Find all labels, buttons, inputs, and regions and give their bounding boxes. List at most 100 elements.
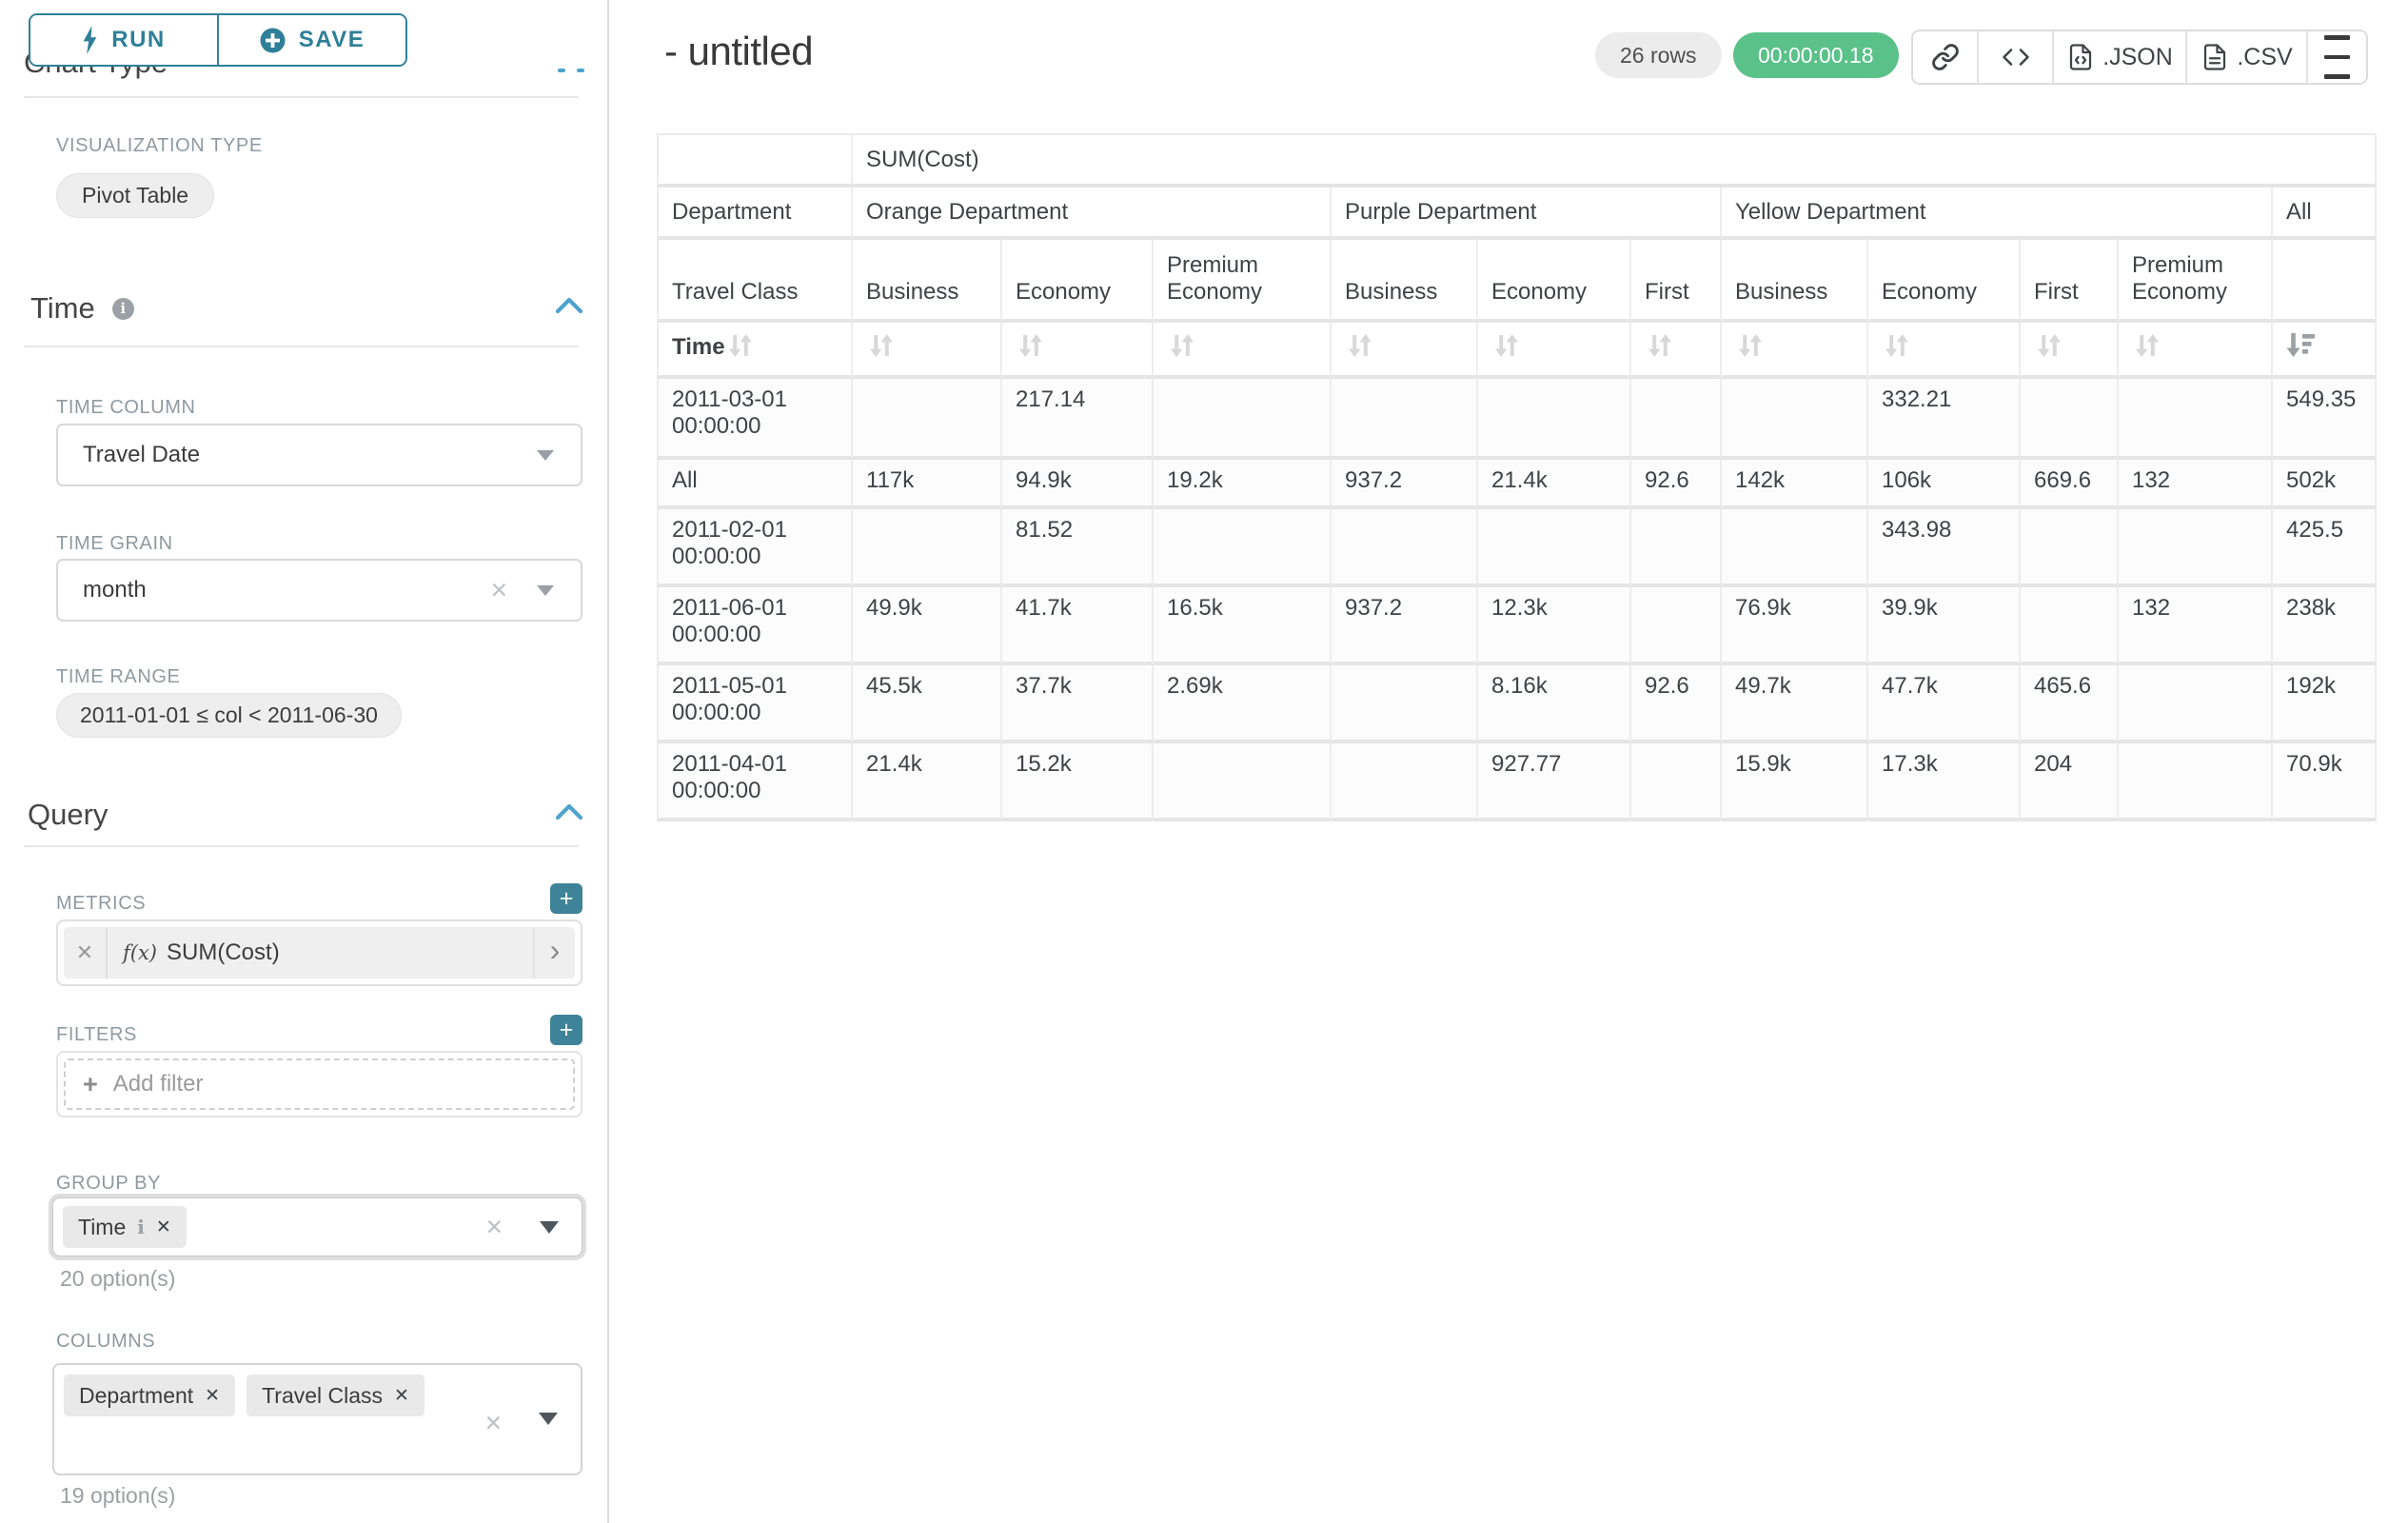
time-range-pill[interactable]: 2011-01-01 ≤ col < 2011-06-30 — [56, 693, 402, 738]
pivot-cell: 425.5 — [2273, 509, 2377, 587]
pivot-cell — [853, 509, 1002, 587]
columns-label: COLUMNS — [56, 1331, 155, 1353]
pivot-cell: 343.98 — [1868, 509, 2021, 587]
sort-updown-icon — [1491, 330, 1522, 361]
column-header: Premium Economy — [1154, 240, 1332, 323]
sort-toggle[interactable] — [1631, 323, 1722, 379]
group-by-select[interactable]: Timei✕ ✕ — [52, 1197, 582, 1256]
pivot-cell: 132 — [2119, 460, 2273, 509]
time-grain-value: month — [83, 577, 147, 603]
sort-toggle[interactable] — [1154, 323, 1332, 379]
menu-button[interactable] — [2306, 31, 2366, 83]
save-button[interactable]: SAVE — [217, 15, 405, 65]
time-column-select[interactable]: Travel Date — [56, 424, 582, 486]
time-section-title: Time — [30, 291, 95, 326]
export-csv-button[interactable]: .CSV — [2185, 31, 2306, 83]
group-header-yellow: Yellow Department — [1722, 188, 2273, 240]
function-icon: f(x) — [123, 941, 157, 964]
info-icon[interactable]: i — [112, 298, 134, 320]
clear-icon[interactable]: ✕ — [485, 1215, 503, 1240]
chevron-down-icon — [537, 585, 554, 596]
pivot-cell: 92.6 — [1631, 665, 1722, 743]
sort-toggle[interactable] — [2021, 323, 2119, 379]
sort-toggle[interactable] — [1002, 323, 1154, 379]
columns-options-hint: 19 option(s) — [60, 1483, 175, 1509]
add-metric-button[interactable]: + — [550, 883, 582, 914]
pivot-cell: 937.2 — [1332, 460, 1478, 509]
sort-descending-icon — [2286, 330, 2319, 361]
pivot-cell: 41.7k — [1002, 587, 1154, 665]
sort-header-all[interactable] — [2273, 323, 2377, 379]
divider — [24, 845, 579, 847]
row-count-badge: 26 rows — [1595, 32, 1722, 78]
sort-updown-icon — [1016, 330, 1046, 361]
lightning-icon — [82, 26, 98, 54]
time-row-label: Time — [672, 330, 725, 361]
add-filter-button[interactable]: + Add filter — [64, 1058, 575, 1110]
pivot-table: SUM(Cost) Department Orange Department P… — [657, 133, 2377, 821]
column-header: First — [1631, 240, 1722, 323]
sort-header-time[interactable]: Time — [657, 323, 853, 379]
column-header: Business — [1332, 240, 1478, 323]
remove-chip-icon[interactable]: ✕ — [205, 1385, 220, 1407]
run-button[interactable]: RUN — [30, 15, 217, 65]
pivot-cell: 17.3k — [1868, 743, 2021, 821]
metric-chip[interactable]: ✕ f(x) SUM(Cost) › — [64, 927, 575, 979]
panel-divider[interactable] — [607, 0, 609, 1523]
code-icon — [2001, 43, 2031, 71]
columns-select[interactable]: Department✕Travel Class✕ ✕ — [52, 1363, 582, 1475]
row-header: 2011-02-01 00:00:00 — [657, 509, 853, 587]
sort-toggle[interactable] — [853, 323, 1002, 379]
row-header: 2011-03-01 00:00:00 — [657, 379, 853, 460]
remove-chip-icon[interactable]: ✕ — [156, 1216, 171, 1238]
pivot-cell: 92.6 — [1631, 460, 1722, 509]
add-filter-plus-button[interactable]: + — [550, 1015, 582, 1045]
clear-icon[interactable]: ✕ — [490, 578, 508, 603]
remove-metric-icon[interactable]: ✕ — [64, 927, 108, 979]
sort-toggle[interactable] — [2119, 323, 2273, 379]
sort-updown-icon — [1645, 330, 1675, 361]
embed-code-button[interactable] — [1977, 31, 2052, 83]
pivot-cell: 217.14 — [1002, 379, 1154, 460]
group-header-purple: Purple Department — [1332, 188, 1722, 240]
add-filter-label: Add filter — [113, 1071, 204, 1098]
visualization-type-pill[interactable]: Pivot Table — [56, 173, 214, 218]
time-grain-label: TIME GRAIN — [56, 533, 173, 555]
column-header: First — [2021, 240, 2119, 323]
json-file-icon — [2066, 42, 2095, 72]
pivot-cell — [1154, 743, 1332, 821]
sort-toggle[interactable] — [1722, 323, 1868, 379]
pivot-cell — [1332, 743, 1478, 821]
pivot-cell: 16.5k — [1154, 587, 1332, 665]
export-json-button[interactable]: .JSON — [2052, 31, 2185, 83]
pivot-cell: 21.4k — [853, 743, 1002, 821]
info-icon[interactable]: i — [137, 1216, 145, 1238]
chevron-down-icon — [537, 450, 554, 461]
clear-icon[interactable]: ✕ — [484, 1411, 503, 1436]
share-link-button[interactable] — [1913, 31, 1977, 83]
pivot-cell: 19.2k — [1154, 460, 1332, 509]
pivot-cell — [1722, 379, 1868, 460]
pivot-cell: 465.6 — [2021, 665, 2119, 743]
pivot-cell: 2.69k — [1154, 665, 1332, 743]
chart-title[interactable]: - untitled — [664, 29, 813, 74]
pivot-cell: 204 — [2021, 743, 2119, 821]
pivot-cell: 81.52 — [1002, 509, 1154, 587]
sort-toggle[interactable] — [1868, 323, 2021, 379]
selected-option-chip: Department✕ — [64, 1375, 235, 1416]
sort-toggle[interactable] — [1478, 323, 1631, 379]
pivot-cell — [1332, 509, 1478, 587]
chevron-down-icon — [540, 1221, 559, 1234]
collapse-chevron-icon[interactable] — [555, 297, 583, 314]
pivot-cell — [1332, 665, 1478, 743]
column-header: Economy — [1868, 240, 2021, 323]
pivot-cell — [2021, 379, 2119, 460]
query-section-title: Query — [28, 798, 108, 832]
collapse-chevron-icon[interactable] — [555, 803, 583, 821]
time-grain-select[interactable]: month ✕ — [56, 559, 582, 622]
sort-toggle[interactable] — [1332, 323, 1478, 379]
divider — [24, 346, 579, 347]
open-metric-icon[interactable]: › — [533, 927, 575, 979]
remove-chip-icon[interactable]: ✕ — [394, 1385, 409, 1407]
group-header-all: All — [2273, 188, 2377, 240]
